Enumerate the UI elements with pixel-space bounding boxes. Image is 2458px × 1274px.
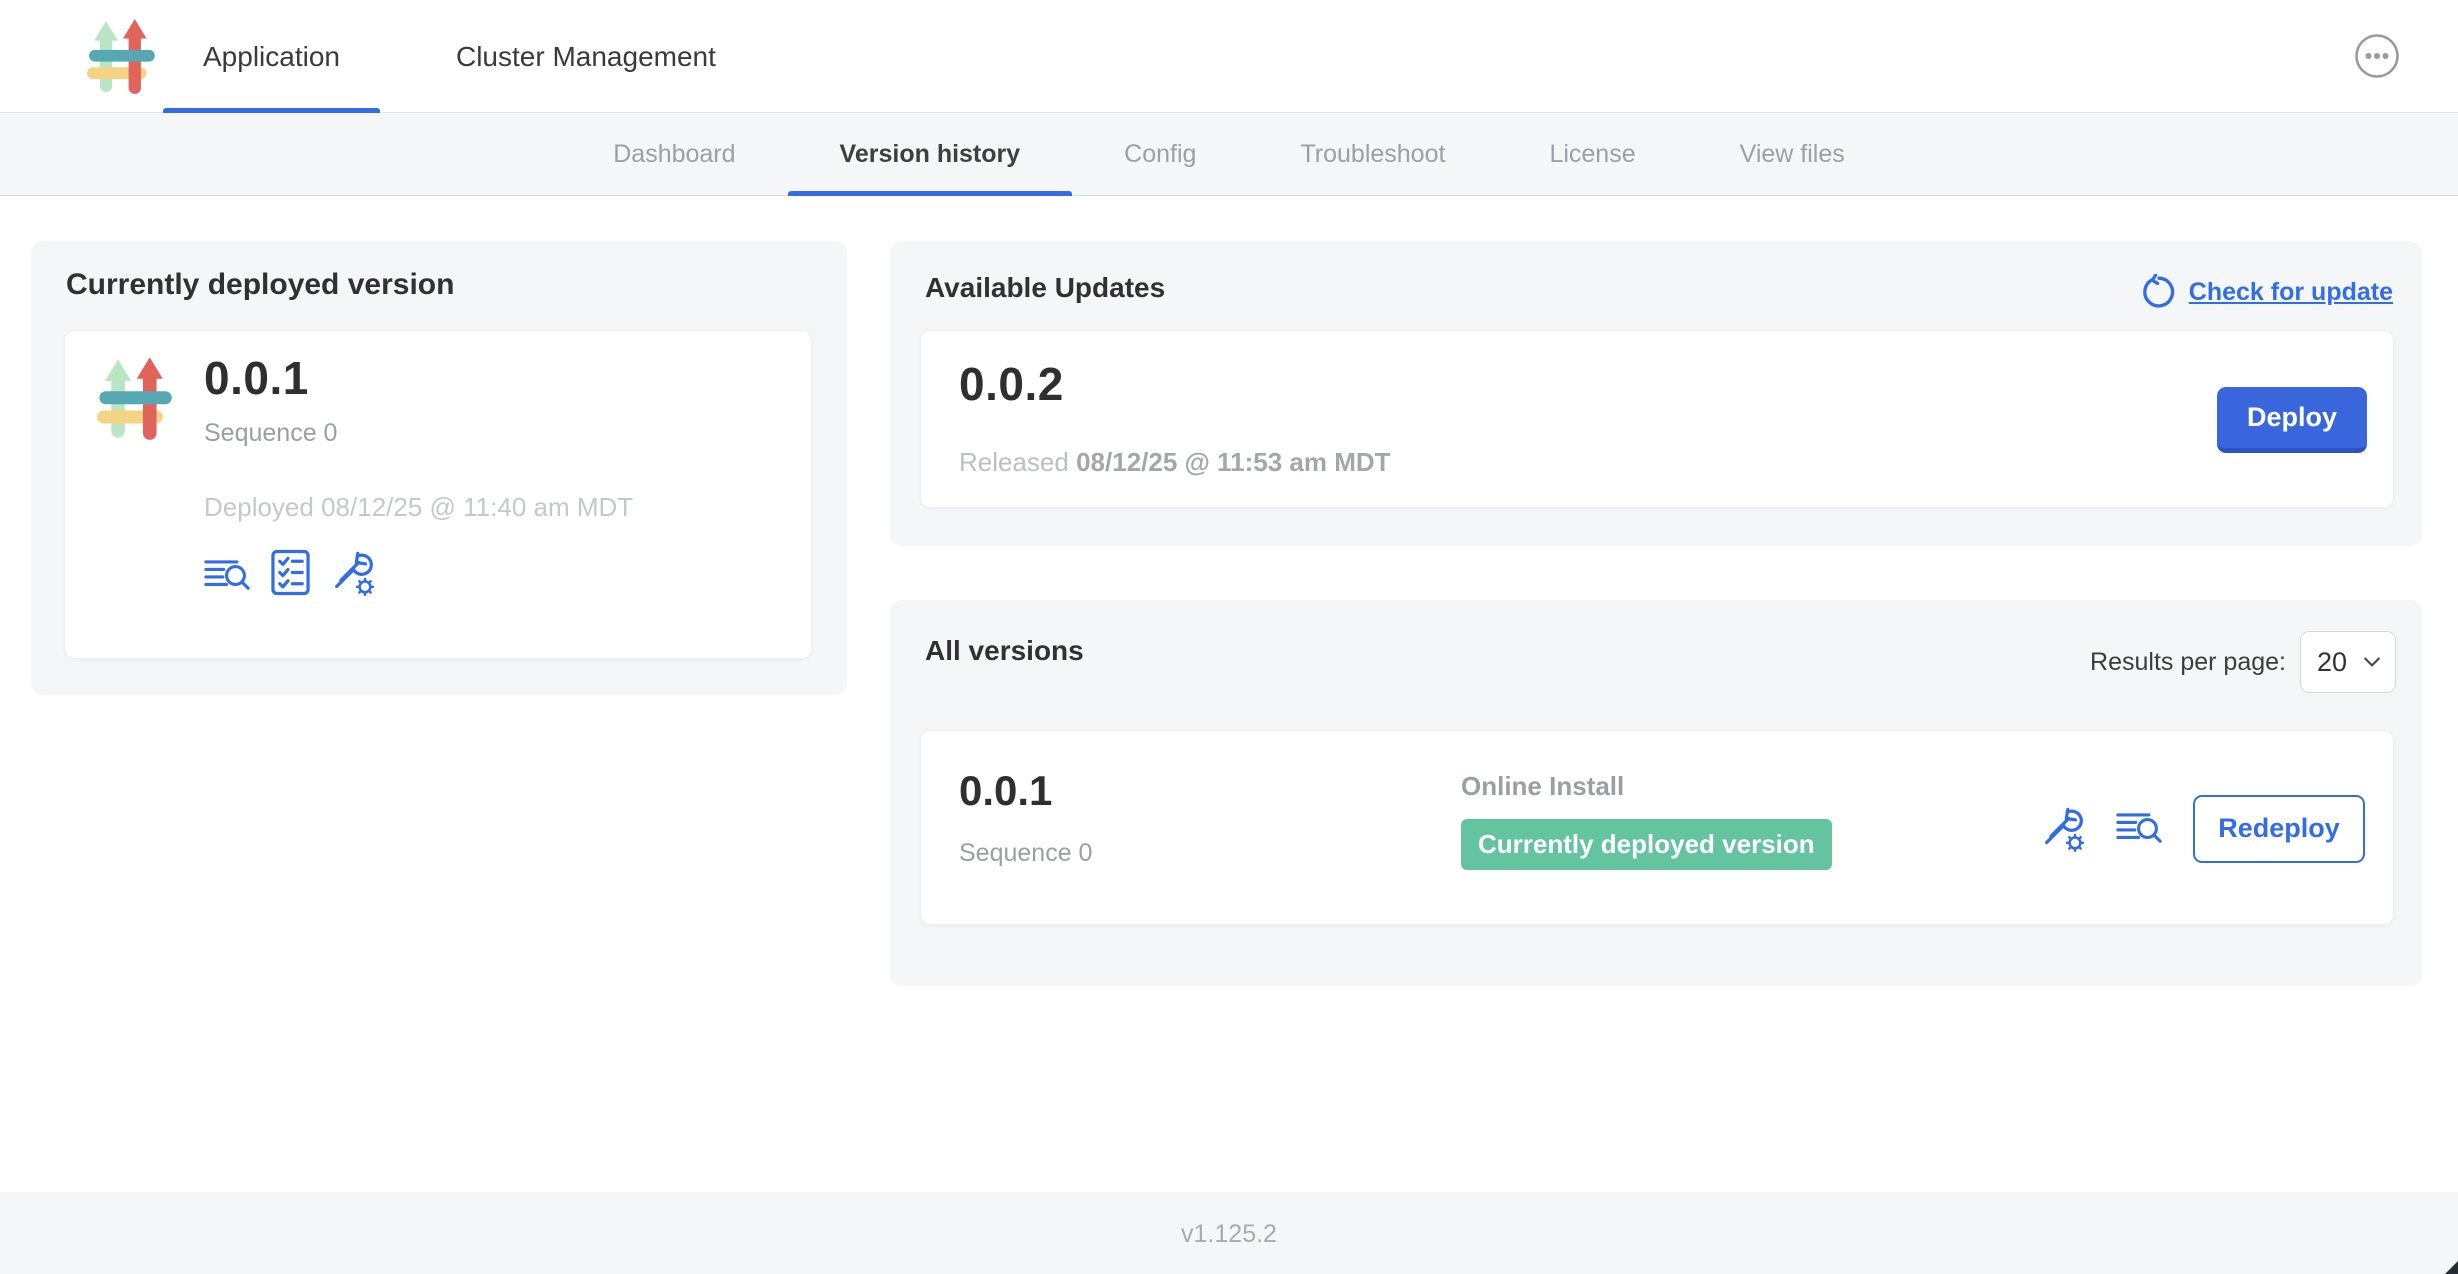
tab-application-label: Application bbox=[203, 41, 340, 73]
current-version-details: 0.0.1 Sequence 0 Deployed 08/12/25 @ 11:… bbox=[204, 351, 633, 596]
refresh-icon bbox=[2141, 274, 2177, 310]
window-corner-artifact bbox=[2445, 1261, 2458, 1274]
current-version-sequence: Sequence 0 bbox=[204, 419, 633, 448]
app-level-tabs: Application Cluster Management bbox=[163, 0, 756, 113]
results-per-page-label: Results per page: bbox=[2090, 648, 2286, 677]
available-updates-card: Available Updates Check for update 0.0.2… bbox=[890, 241, 2422, 546]
available-update-row: 0.0.2 Released 08/12/25 @ 11:53 am MDT D… bbox=[920, 330, 2394, 508]
tab-application[interactable]: Application bbox=[163, 0, 380, 113]
subnav-tab-config[interactable]: Config bbox=[1072, 113, 1248, 195]
current-version-number: 0.0.1 bbox=[204, 351, 633, 405]
subnav-tab-dashboard[interactable]: Dashboard bbox=[561, 113, 787, 195]
subnav-tab-troubleshoot[interactable]: Troubleshoot bbox=[1248, 113, 1497, 195]
released-date: 08/12/25 @ 11:53 am MDT bbox=[1076, 447, 1390, 477]
config-wrench-gear-icon[interactable] bbox=[2040, 806, 2086, 852]
subnav-tab-troubleshoot-label: Troubleshoot bbox=[1300, 140, 1445, 169]
overflow-menu-button[interactable] bbox=[2354, 33, 2400, 79]
all-versions-title: All versions bbox=[925, 635, 1084, 667]
check-for-update-link[interactable]: Check for update bbox=[2141, 274, 2393, 310]
app-logo-arrows-icon bbox=[86, 17, 164, 95]
subnav-tab-view-files-label: View files bbox=[1740, 140, 1845, 169]
current-version-actions bbox=[204, 549, 633, 596]
check-for-update-label: Check for update bbox=[2189, 278, 2393, 307]
top-bar: Application Cluster Management bbox=[0, 0, 2458, 113]
row-version-actions: Redeploy bbox=[2040, 731, 2365, 926]
diff-logs-icon[interactable] bbox=[204, 556, 251, 596]
tab-cluster-management-label: Cluster Management bbox=[456, 41, 716, 73]
results-per-page-control: Results per page: 20 bbox=[2090, 631, 2396, 693]
row-version-sequence: Sequence 0 bbox=[959, 839, 1092, 868]
all-versions-card: All versions Results per page: 20 0.0.1 … bbox=[890, 600, 2422, 986]
currently-deployed-version-card: Currently deployed version 0.0.1 Sequenc… bbox=[31, 241, 847, 695]
console-version-label: v1.125.2 bbox=[1181, 1220, 1277, 1249]
current-version-deployed-date: Deployed 08/12/25 @ 11:40 am MDT bbox=[204, 492, 633, 523]
diff-logs-icon[interactable] bbox=[2116, 809, 2163, 849]
chevron-down-icon bbox=[2363, 656, 2381, 668]
subnav-tab-license-label: License bbox=[1549, 140, 1635, 169]
row-version-status: Online Install Currently deployed versio… bbox=[1461, 771, 1832, 870]
subnav-tab-version-history-label: Version history bbox=[840, 140, 1021, 169]
currently-deployed-version-panel: 0.0.1 Sequence 0 Deployed 08/12/25 @ 11:… bbox=[64, 330, 812, 659]
ellipsis-circle-icon bbox=[2354, 33, 2400, 79]
currently-deployed-title: Currently deployed version bbox=[66, 268, 454, 302]
install-type-label: Online Install bbox=[1461, 771, 1832, 802]
update-version-number: 0.0.2 bbox=[959, 357, 1064, 411]
application-subnav: Dashboard Version history Config Trouble… bbox=[0, 113, 2458, 196]
results-per-page-select[interactable]: 20 bbox=[2300, 631, 2396, 693]
deployed-label: Deployed bbox=[204, 492, 314, 522]
app-logo-arrows-icon bbox=[96, 355, 182, 441]
subnav-tab-license[interactable]: License bbox=[1497, 113, 1687, 195]
version-row: 0.0.1 Sequence 0 Online Install Currentl… bbox=[920, 730, 2394, 925]
deploy-button[interactable]: Deploy bbox=[2217, 387, 2367, 453]
page-footer: v1.125.2 bbox=[0, 1192, 2458, 1274]
update-released-date: Released 08/12/25 @ 11:53 am MDT bbox=[959, 447, 1391, 478]
subnav-tab-version-history[interactable]: Version history bbox=[788, 113, 1073, 195]
deployed-date: 08/12/25 @ 11:40 am MDT bbox=[321, 492, 633, 522]
row-version-number: 0.0.1 bbox=[959, 767, 1052, 815]
subnav-tab-view-files[interactable]: View files bbox=[1688, 113, 1897, 195]
subnav-tab-config-label: Config bbox=[1124, 140, 1196, 169]
tab-cluster-management[interactable]: Cluster Management bbox=[416, 0, 756, 113]
redeploy-button[interactable]: Redeploy bbox=[2193, 795, 2365, 863]
currently-deployed-badge: Currently deployed version bbox=[1461, 819, 1832, 870]
released-label: Released bbox=[959, 447, 1069, 477]
available-updates-title: Available Updates bbox=[925, 272, 1165, 304]
preflight-checklist-icon[interactable] bbox=[271, 549, 310, 596]
results-per-page-value: 20 bbox=[2317, 647, 2347, 678]
subnav-tab-dashboard-label: Dashboard bbox=[613, 140, 735, 169]
config-wrench-gear-icon[interactable] bbox=[330, 550, 376, 596]
